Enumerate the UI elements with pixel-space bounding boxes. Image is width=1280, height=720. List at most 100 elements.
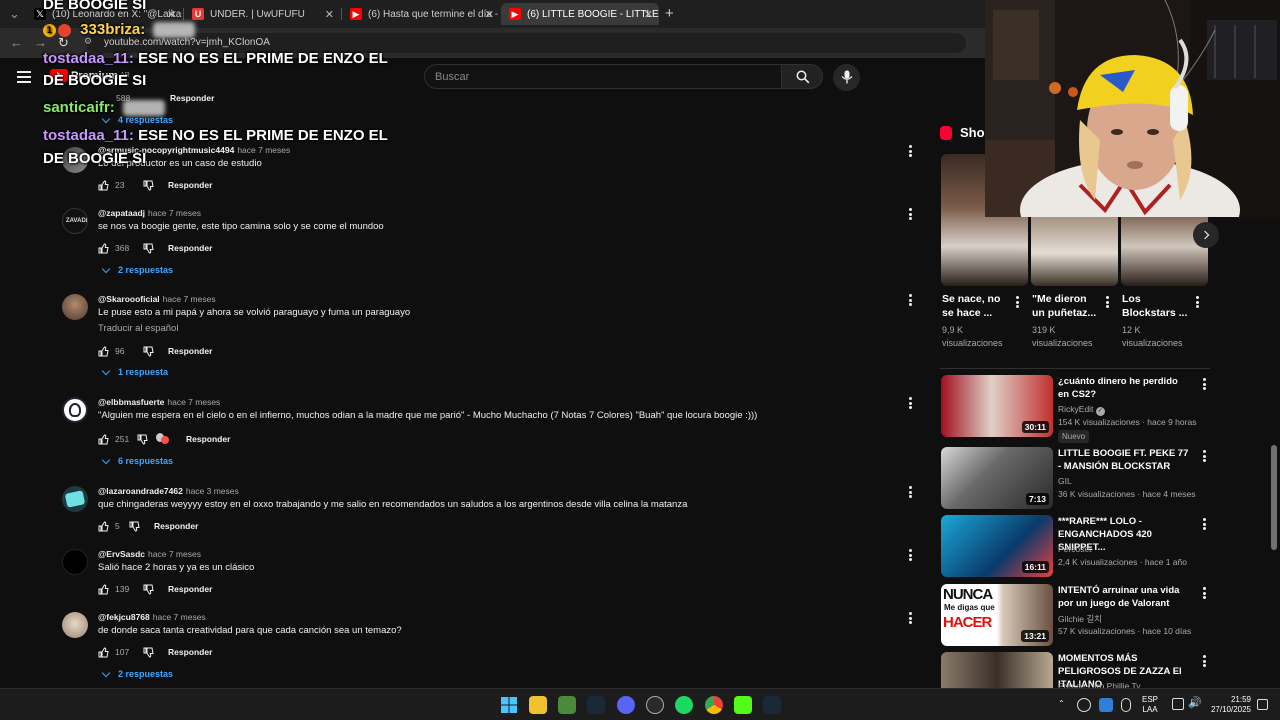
- avatar[interactable]: ZAVADE: [62, 208, 88, 234]
- view-replies-button[interactable]: 2 respuestas: [101, 264, 173, 275]
- channel-name[interactable]: RickyEdit ✓: [1058, 404, 1105, 416]
- shorts-next-button[interactable]: [1193, 222, 1219, 248]
- comment-time[interactable]: hace 7 meses: [148, 208, 201, 218]
- short-title[interactable]: Se nace, no se hace ...: [942, 292, 1010, 320]
- obs-icon[interactable]: [646, 696, 664, 714]
- comment-author[interactable]: @zapataadj: [98, 208, 145, 218]
- notifications-icon[interactable]: [1257, 699, 1268, 710]
- like-icon[interactable]: [98, 345, 109, 357]
- video-thumbnail[interactable]: 16:11: [941, 515, 1053, 577]
- file-explorer-icon[interactable]: [529, 696, 547, 714]
- video-title[interactable]: LITTLE BOOGIE FT. PEKE 77 - MANSIÓN BLOC…: [1058, 447, 1190, 473]
- like-icon[interactable]: [98, 583, 109, 595]
- like-icon[interactable]: [98, 646, 109, 658]
- avatar[interactable]: [62, 397, 88, 423]
- more-options-icon[interactable]: [909, 549, 913, 561]
- channel-name[interactable]: Gilchie 길치: [1058, 613, 1102, 625]
- comment-author[interactable]: @ErvSasdc: [98, 549, 145, 559]
- avatar[interactable]: [62, 486, 88, 512]
- like-count: 139: [115, 584, 130, 594]
- chevron-down-icon: [101, 668, 111, 677]
- windows-start-icon[interactable]: [500, 696, 518, 714]
- reply-button[interactable]: Responder: [154, 521, 198, 531]
- chat-message: DE BOOGIE SI: [43, 0, 147, 13]
- like-icon[interactable]: [98, 520, 109, 532]
- comment-time[interactable]: hace 7 meses: [163, 294, 216, 304]
- more-options-icon[interactable]: [1196, 296, 1200, 308]
- more-options-icon[interactable]: [1016, 296, 1020, 308]
- video-title[interactable]: INTENTÓ arruinar una vida por un juego d…: [1058, 584, 1190, 610]
- video-thumbnail[interactable]: NUNCA Me digas que HACER 13:21: [941, 584, 1053, 646]
- discord-icon[interactable]: [617, 696, 635, 714]
- comment-header: @elbbmasfuerte hace 7 meses: [98, 397, 220, 407]
- reply-button[interactable]: Responder: [168, 346, 212, 356]
- more-options-icon[interactable]: [1203, 587, 1207, 599]
- short-title[interactable]: Los Blockstars ...: [1122, 292, 1190, 320]
- more-options-icon[interactable]: [1203, 378, 1207, 390]
- video-thumbnail[interactable]: 7:13: [941, 447, 1053, 509]
- reply-button[interactable]: Responder: [170, 93, 214, 103]
- reply-button[interactable]: Responder: [168, 647, 212, 657]
- more-options-icon[interactable]: [1203, 518, 1207, 530]
- more-options-icon[interactable]: [909, 397, 913, 409]
- comment-time[interactable]: hace 7 meses: [167, 397, 220, 407]
- avatar[interactable]: [62, 549, 88, 575]
- reply-button[interactable]: Responder: [168, 180, 212, 190]
- reply-button[interactable]: Responder: [168, 584, 212, 594]
- comment-time[interactable]: hace 3 meses: [186, 486, 239, 496]
- avatar[interactable]: [62, 612, 88, 638]
- channel-name[interactable]: GIL: [1058, 476, 1072, 486]
- more-options-icon[interactable]: [909, 145, 913, 157]
- translate-link[interactable]: Traducir al español: [98, 323, 178, 334]
- short-title[interactable]: "Me dieron un puñetaz...: [1032, 292, 1100, 320]
- dislike-icon[interactable]: [143, 346, 154, 357]
- comment-author[interactable]: @lazaroandrade7462: [98, 486, 183, 496]
- comment-time[interactable]: hace 7 meses: [153, 612, 206, 622]
- like-icon[interactable]: [98, 433, 109, 445]
- view-replies-button[interactable]: 2 respuestas: [101, 668, 173, 679]
- sync-icon[interactable]: [1077, 698, 1091, 712]
- avatar[interactable]: [62, 294, 88, 320]
- reply-button[interactable]: Responder: [186, 434, 230, 444]
- chrome-icon[interactable]: [705, 696, 723, 714]
- steam-icon[interactable]: [763, 696, 781, 714]
- chevron-up-icon[interactable]: ⌃: [1058, 699, 1065, 709]
- dislike-icon[interactable]: [129, 521, 140, 532]
- kick-icon[interactable]: [734, 696, 752, 714]
- page-scrollbar[interactable]: [1271, 445, 1277, 550]
- dislike-icon[interactable]: [143, 647, 154, 658]
- more-options-icon[interactable]: [1203, 450, 1207, 462]
- more-options-icon[interactable]: [909, 294, 913, 306]
- more-options-icon[interactable]: [909, 486, 913, 498]
- comment-author[interactable]: @fekjcu8768: [98, 612, 150, 622]
- video-thumbnail[interactable]: 30:11: [941, 375, 1053, 437]
- app-icon[interactable]: [558, 696, 576, 714]
- channel-name[interactable]: Percoset: [1058, 544, 1092, 554]
- reply-button[interactable]: Responder: [168, 243, 212, 253]
- comment-author[interactable]: @elbbmasfuerte: [98, 397, 164, 407]
- dislike-icon[interactable]: [143, 584, 154, 595]
- more-options-icon[interactable]: [1106, 296, 1110, 308]
- spotify-icon[interactable]: [675, 696, 693, 714]
- network-icon[interactable]: [1172, 698, 1184, 710]
- like-count: 96: [115, 346, 125, 356]
- language-indicator[interactable]: ESP LAA: [1142, 695, 1158, 715]
- dislike-icon[interactable]: [143, 243, 154, 254]
- view-replies-button[interactable]: 1 respuesta: [101, 366, 168, 377]
- dislike-icon[interactable]: [143, 180, 154, 191]
- dislike-icon[interactable]: [137, 434, 148, 445]
- more-options-icon[interactable]: [909, 208, 913, 220]
- microphone-icon[interactable]: [1121, 698, 1131, 712]
- comment-author[interactable]: @Skaroooficial: [98, 294, 160, 304]
- steam-icon[interactable]: [587, 696, 605, 714]
- more-options-icon[interactable]: [909, 612, 913, 624]
- like-icon[interactable]: [98, 242, 109, 254]
- video-title[interactable]: ¿cuánto dinero he perdido en CS2?: [1058, 375, 1190, 401]
- more-options-icon[interactable]: [1203, 655, 1207, 667]
- comment-time[interactable]: hace 7 meses: [148, 549, 201, 559]
- view-replies-button[interactable]: 6 respuestas: [101, 455, 173, 466]
- clock[interactable]: 21:59 27/10/2025: [1205, 695, 1251, 715]
- volume-icon[interactable]: 🔊: [1188, 698, 1202, 709]
- like-icon[interactable]: [98, 179, 109, 191]
- security-icon[interactable]: [1099, 698, 1113, 712]
